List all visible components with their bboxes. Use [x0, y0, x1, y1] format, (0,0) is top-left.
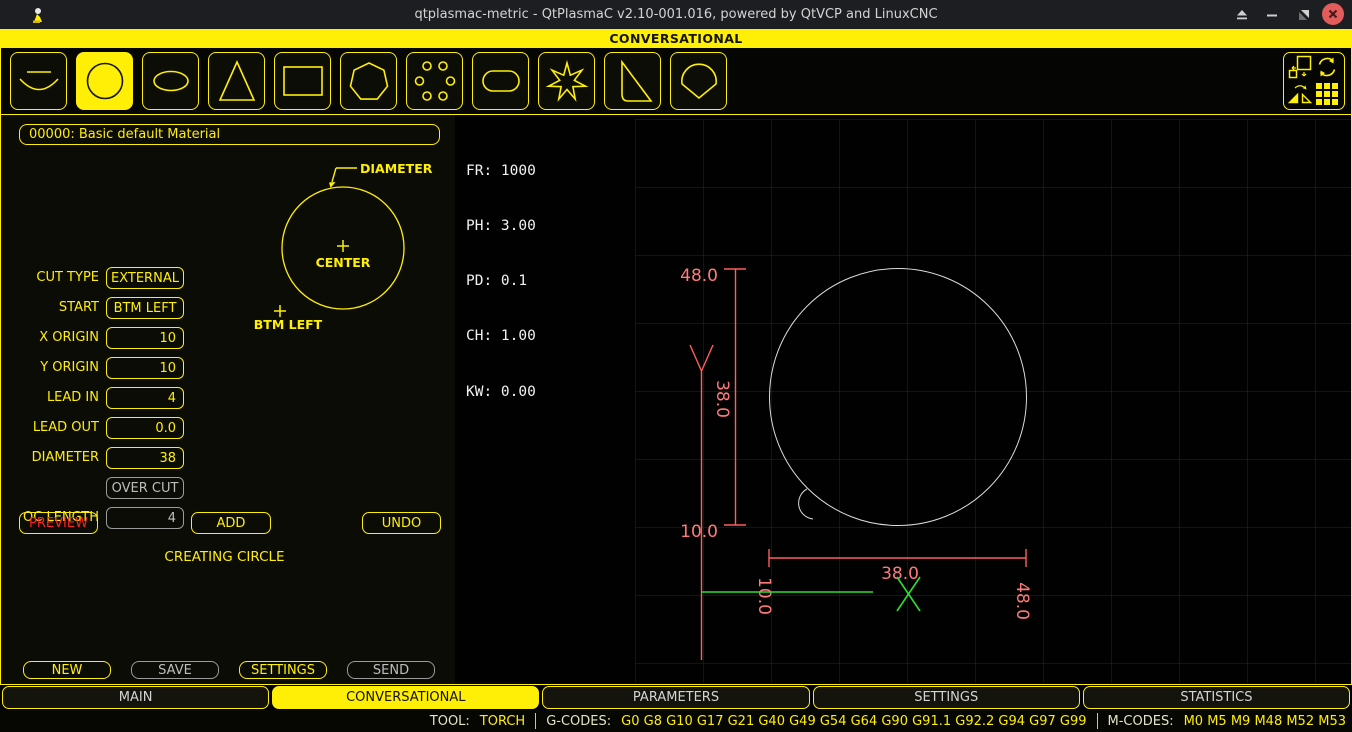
tab-parameters[interactable]: PARAMETERS — [542, 686, 809, 709]
send-button[interactable]: SEND — [347, 661, 435, 679]
conversational-input-panel: 00000: Basic default Material CUT TYPE E… — [1, 115, 455, 684]
mcodes-value: M0 M5 M9 M48 M52 M53 — [1184, 714, 1346, 729]
shape-gusset-button[interactable] — [604, 52, 661, 110]
dim-y-min: 10.0 — [680, 522, 718, 542]
rectangle-icon — [275, 53, 331, 109]
rotate-icon[interactable] — [1315, 55, 1339, 79]
shape-slot-button[interactable] — [472, 52, 529, 110]
over-cut-button[interactable]: OVER CUT — [106, 477, 184, 499]
diameter-label: DIAMETER — [1, 447, 99, 469]
lead-out-label: LEAD OUT — [1, 417, 99, 439]
ellipse-icon — [143, 53, 199, 109]
diagram-btm-left-label: BTM LEFT — [254, 317, 323, 332]
statusbar-separator — [1097, 713, 1098, 729]
scale-icon[interactable] — [1288, 55, 1312, 79]
preview-canvas: 48.0 10.0 38.0 38.0 10.0 48.0 — [455, 115, 1351, 684]
preview-button[interactable]: PREVIEW — [19, 512, 98, 534]
btm-left-cross — [274, 305, 286, 317]
circle-help-diagram: DIAMETER CENTER BTM LEFT — [251, 140, 451, 340]
shade-icon — [1236, 9, 1248, 21]
shape-polygon-button[interactable] — [340, 52, 397, 110]
add-button[interactable]: ADD — [191, 512, 271, 534]
cut-type-label: CUT TYPE — [1, 267, 99, 289]
dim-x-min: 10.0 — [754, 577, 774, 615]
bolt-circle-icon — [407, 53, 463, 109]
status-bar: TOOL: TORCH G-CODES: G0 G8 G10 G17 G21 G… — [0, 710, 1352, 732]
mode-banner: CONVERSATIONAL — [0, 29, 1352, 48]
line-arc-icon — [11, 53, 67, 109]
gusset-icon — [605, 53, 661, 109]
tab-main[interactable]: MAIN — [2, 686, 269, 709]
gcodes-label: G-CODES: — [546, 714, 611, 729]
title-bar: qtplasmac-metric - QtPlasmaC v2.10-001.0… — [0, 0, 1352, 29]
x-origin-label: X ORIGIN — [1, 327, 99, 349]
mirror-icon[interactable] — [1288, 82, 1312, 106]
close-icon — [1328, 9, 1338, 19]
shape-ellipse-button[interactable] — [142, 52, 199, 110]
sector-icon — [671, 53, 727, 109]
y-origin-input[interactable] — [106, 357, 184, 379]
shape-triangle-button[interactable] — [208, 52, 265, 110]
slot-icon — [473, 53, 529, 109]
minimize-icon — [1266, 9, 1278, 21]
gcode-preview-panel: FR: 1000 PH: 3.00 PD: 0.1 CH: 1.00 KW: 0… — [455, 115, 1351, 684]
tool-label: TOOL: — [430, 714, 470, 729]
y-origin-label: Y ORIGIN — [1, 357, 99, 379]
oc-length-input[interactable] — [106, 507, 184, 529]
dim-height: 38.0 — [712, 380, 732, 418]
dim-y-max: 48.0 — [680, 266, 718, 286]
settings-button[interactable]: SETTINGS — [239, 661, 327, 679]
tab-statistics[interactable]: STATISTICS — [1083, 686, 1350, 709]
star-icon — [539, 53, 595, 109]
cut-type-button[interactable]: EXTERNAL — [106, 267, 184, 289]
shape-sector-button[interactable] — [670, 52, 727, 110]
diagram-center-label: CENTER — [316, 255, 371, 270]
transform-tool-group — [1283, 52, 1345, 110]
array-icon[interactable] — [1315, 82, 1339, 106]
tab-settings[interactable]: SETTINGS — [813, 686, 1080, 709]
lead-in-input[interactable] — [106, 387, 184, 409]
start-button[interactable]: BTM LEFT — [106, 297, 184, 319]
statusbar-separator — [535, 713, 536, 729]
x-origin-input[interactable] — [106, 327, 184, 349]
new-button[interactable]: NEW — [23, 661, 111, 679]
gcodes-value: G0 G8 G10 G17 G21 G40 G49 G54 G64 G90 G9… — [621, 714, 1086, 729]
lead-out-input[interactable] — [106, 417, 184, 439]
window-title: qtplasmac-metric - QtPlasmaC v2.10-001.0… — [0, 7, 1352, 22]
status-message: CREATING CIRCLE — [1, 549, 448, 565]
center-cross — [337, 240, 349, 252]
maximize-button[interactable] — [1293, 4, 1315, 25]
shape-bolt-circle-button[interactable] — [406, 52, 463, 110]
diagram-diameter-label: DIAMETER — [360, 161, 433, 176]
main-tab-bar: MAIN CONVERSATIONAL PARAMETERS SETTINGS … — [0, 686, 1352, 709]
tool-value: TORCH — [480, 714, 525, 729]
close-button[interactable] — [1322, 3, 1344, 25]
polygon-icon — [341, 53, 397, 109]
triangle-icon — [209, 53, 265, 109]
dim-x-max: 48.0 — [1012, 582, 1032, 620]
shape-star-button[interactable] — [538, 52, 595, 110]
lead-in-label: LEAD IN — [1, 387, 99, 409]
shade-window-button[interactable] — [1231, 4, 1253, 25]
mcodes-label: M-CODES: — [1108, 714, 1174, 729]
shape-line-arc-button[interactable] — [10, 52, 67, 110]
circle-icon — [77, 53, 133, 109]
shape-rectangle-button[interactable] — [274, 52, 331, 110]
minimize-button[interactable] — [1261, 4, 1283, 25]
maximize-icon — [1298, 9, 1310, 21]
preview-grid — [635, 119, 1351, 683]
diameter-input[interactable] — [106, 447, 184, 469]
shape-circle-button[interactable] — [76, 52, 133, 110]
undo-button[interactable]: UNDO — [362, 512, 441, 534]
tab-conversational[interactable]: CONVERSATIONAL — [272, 686, 539, 709]
start-label: START — [1, 297, 99, 319]
save-button[interactable]: SAVE — [131, 661, 219, 679]
